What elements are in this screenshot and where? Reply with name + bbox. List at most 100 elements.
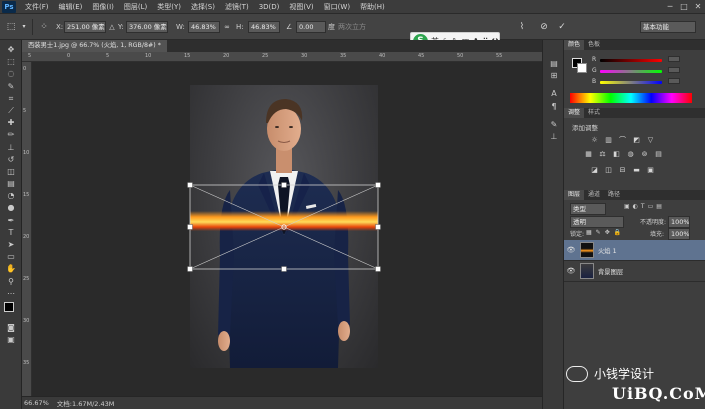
menu-item[interactable]: 帮助(H) <box>355 0 390 14</box>
layer-row-fire[interactable]: 👁 火焰 1 <box>564 240 705 261</box>
lookup-icon[interactable]: ▤ <box>654 150 663 158</box>
g-value[interactable] <box>668 67 680 73</box>
invert-icon[interactable]: ◪ <box>590 166 599 174</box>
commit-transform-icon[interactable]: ✓ <box>556 21 568 33</box>
menu-item[interactable]: 3D(D) <box>254 0 285 14</box>
history-panel-icon[interactable]: ▤ <box>543 58 565 70</box>
quick-selection-icon[interactable]: ✎ <box>0 81 22 93</box>
reference-point-icon[interactable]: ⁘ <box>38 21 50 33</box>
dodge-tool-icon[interactable]: ● <box>0 202 22 214</box>
path-selection-icon[interactable]: ➤ <box>0 239 22 251</box>
menu-item[interactable]: 图像(I) <box>87 0 119 14</box>
relative-position-icon[interactable]: △ <box>108 21 116 33</box>
gradient-map-icon[interactable]: ▬ <box>632 166 641 174</box>
filter-smart-icon[interactable]: ▤ <box>656 203 662 210</box>
color-spectrum[interactable] <box>570 93 692 103</box>
brush-tool-icon[interactable]: ✏ <box>0 129 22 141</box>
clone-stamp-icon[interactable]: ⊥ <box>0 142 22 154</box>
minimize-button[interactable]: ─ <box>663 0 677 14</box>
gradient-tool-icon[interactable]: ▤ <box>0 178 22 190</box>
tab-paths[interactable]: 路径 <box>604 190 624 200</box>
document-tab[interactable]: 西装男士1.jpg @ 66.7% (火焰, 1, RGB/8#) * <box>22 40 167 52</box>
filter-pixel-icon[interactable]: ▣ <box>624 203 630 210</box>
canvas-area[interactable] <box>32 62 542 396</box>
eraser-tool-icon[interactable]: ◫ <box>0 166 22 178</box>
b-slider[interactable] <box>600 81 662 84</box>
menu-item[interactable]: 视图(V) <box>284 0 318 14</box>
brightness-icon[interactable]: ☼ <box>590 136 599 144</box>
opacity-field[interactable]: 100% <box>668 216 690 228</box>
lock-all-icon[interactable]: 🔒 <box>614 229 621 236</box>
rotation-field[interactable]: 0.00 <box>296 21 326 33</box>
menu-item[interactable]: 编辑(E) <box>54 0 88 14</box>
levels-icon[interactable]: ▥ <box>604 136 613 144</box>
bg-swatch[interactable] <box>577 63 587 73</box>
tab-channels[interactable]: 通道 <box>584 190 604 200</box>
cancel-transform-icon[interactable]: ⊘ <box>538 21 550 33</box>
blur-tool-icon[interactable]: ◔ <box>0 190 22 202</box>
transform-bounding-box[interactable] <box>32 62 542 396</box>
x-position-field[interactable]: 251.00 像素 <box>64 21 106 33</box>
tab-color[interactable]: 颜色 <box>564 40 585 50</box>
interpolation-label[interactable]: 两次立方 <box>338 21 366 33</box>
fill-field[interactable]: 100% <box>668 228 690 240</box>
properties-panel-icon[interactable]: ⊞ <box>543 70 565 82</box>
eyedropper-icon[interactable]: ⟋ <box>0 105 22 117</box>
zoom-level[interactable]: 66.67% <box>24 399 49 407</box>
brush-panel-icon[interactable]: ✎ <box>543 119 565 131</box>
color-balance-icon[interactable]: ⚖ <box>598 150 607 158</box>
hand-tool-icon[interactable]: ✋ <box>0 263 22 275</box>
photo-filter-icon[interactable]: ◍ <box>626 150 635 158</box>
posterize-icon[interactable]: ◫ <box>604 166 613 174</box>
menu-item[interactable]: 滤镜(T) <box>220 0 254 14</box>
height-field[interactable]: 46.83% <box>248 21 280 33</box>
transform-tool-icon[interactable]: ⬚ <box>4 21 18 33</box>
more-tools-icon[interactable]: ⋯ <box>0 288 22 300</box>
layer-row-background[interactable]: 👁 背景图层 <box>564 261 705 282</box>
tab-swatches[interactable]: 色板 <box>584 40 604 50</box>
exposure-icon[interactable]: ◩ <box>632 136 641 144</box>
filter-shape-icon[interactable]: ▭ <box>648 203 654 210</box>
screen-mode-icon[interactable]: ▣ <box>0 334 22 346</box>
move-tool-icon[interactable]: ✥ <box>0 44 22 56</box>
zoom-tool-icon[interactable]: ⚲ <box>0 276 22 288</box>
b-value[interactable] <box>668 78 680 84</box>
menu-item[interactable]: 选择(S) <box>186 0 220 14</box>
tab-layers[interactable]: 图层 <box>564 190 585 200</box>
hue-icon[interactable]: ▦ <box>584 150 593 158</box>
channel-mixer-icon[interactable]: ⊚ <box>640 150 649 158</box>
selective-color-icon[interactable]: ▣ <box>646 166 655 174</box>
warp-mode-icon[interactable]: ⌇ <box>516 21 528 33</box>
vibrance-icon[interactable]: ▽ <box>646 136 655 144</box>
paragraph-panel-icon[interactable]: ¶ <box>543 101 565 113</box>
g-slider[interactable] <box>600 70 662 73</box>
menu-item[interactable]: 类型(Y) <box>152 0 186 14</box>
workspace-select[interactable]: 基本功能 <box>640 21 696 33</box>
lock-transparency-icon[interactable]: ▦ <box>586 229 592 236</box>
y-position-field[interactable]: 376.00 像素 <box>126 21 168 33</box>
visibility-eye-icon[interactable]: 👁 <box>564 267 578 275</box>
r-slider[interactable] <box>600 59 662 62</box>
r-value[interactable] <box>668 56 680 62</box>
bw-icon[interactable]: ◧ <box>612 150 621 158</box>
visibility-eye-icon[interactable]: 👁 <box>564 246 578 254</box>
filter-type-icon[interactable]: T <box>641 203 645 210</box>
layer-filter-select[interactable]: 类型 <box>570 203 606 215</box>
link-icon[interactable]: ∞ <box>222 21 232 33</box>
menu-item[interactable]: 图层(L) <box>119 0 152 14</box>
maximize-button[interactable]: □ <box>677 0 691 14</box>
quick-mask-icon[interactable]: ◙ <box>0 322 22 334</box>
crop-tool-icon[interactable]: ⌗ <box>0 93 22 105</box>
menu-item[interactable]: 窗口(W) <box>319 0 355 14</box>
lock-position-icon[interactable]: ✥ <box>605 229 610 236</box>
blend-mode-select[interactable]: 透明 <box>570 216 624 228</box>
foreground-color[interactable] <box>4 301 14 312</box>
threshold-icon[interactable]: ⊟ <box>618 166 627 174</box>
character-panel-icon[interactable]: A <box>543 88 565 100</box>
close-window-button[interactable]: ✕ <box>691 0 705 14</box>
width-field[interactable]: 46.83% <box>188 21 220 33</box>
filter-adjust-icon[interactable]: ◐ <box>633 203 638 210</box>
tab-styles[interactable]: 样式 <box>584 108 604 118</box>
tab-adjustments[interactable]: 调整 <box>564 108 585 118</box>
menu-item[interactable]: 文件(F) <box>20 0 54 14</box>
